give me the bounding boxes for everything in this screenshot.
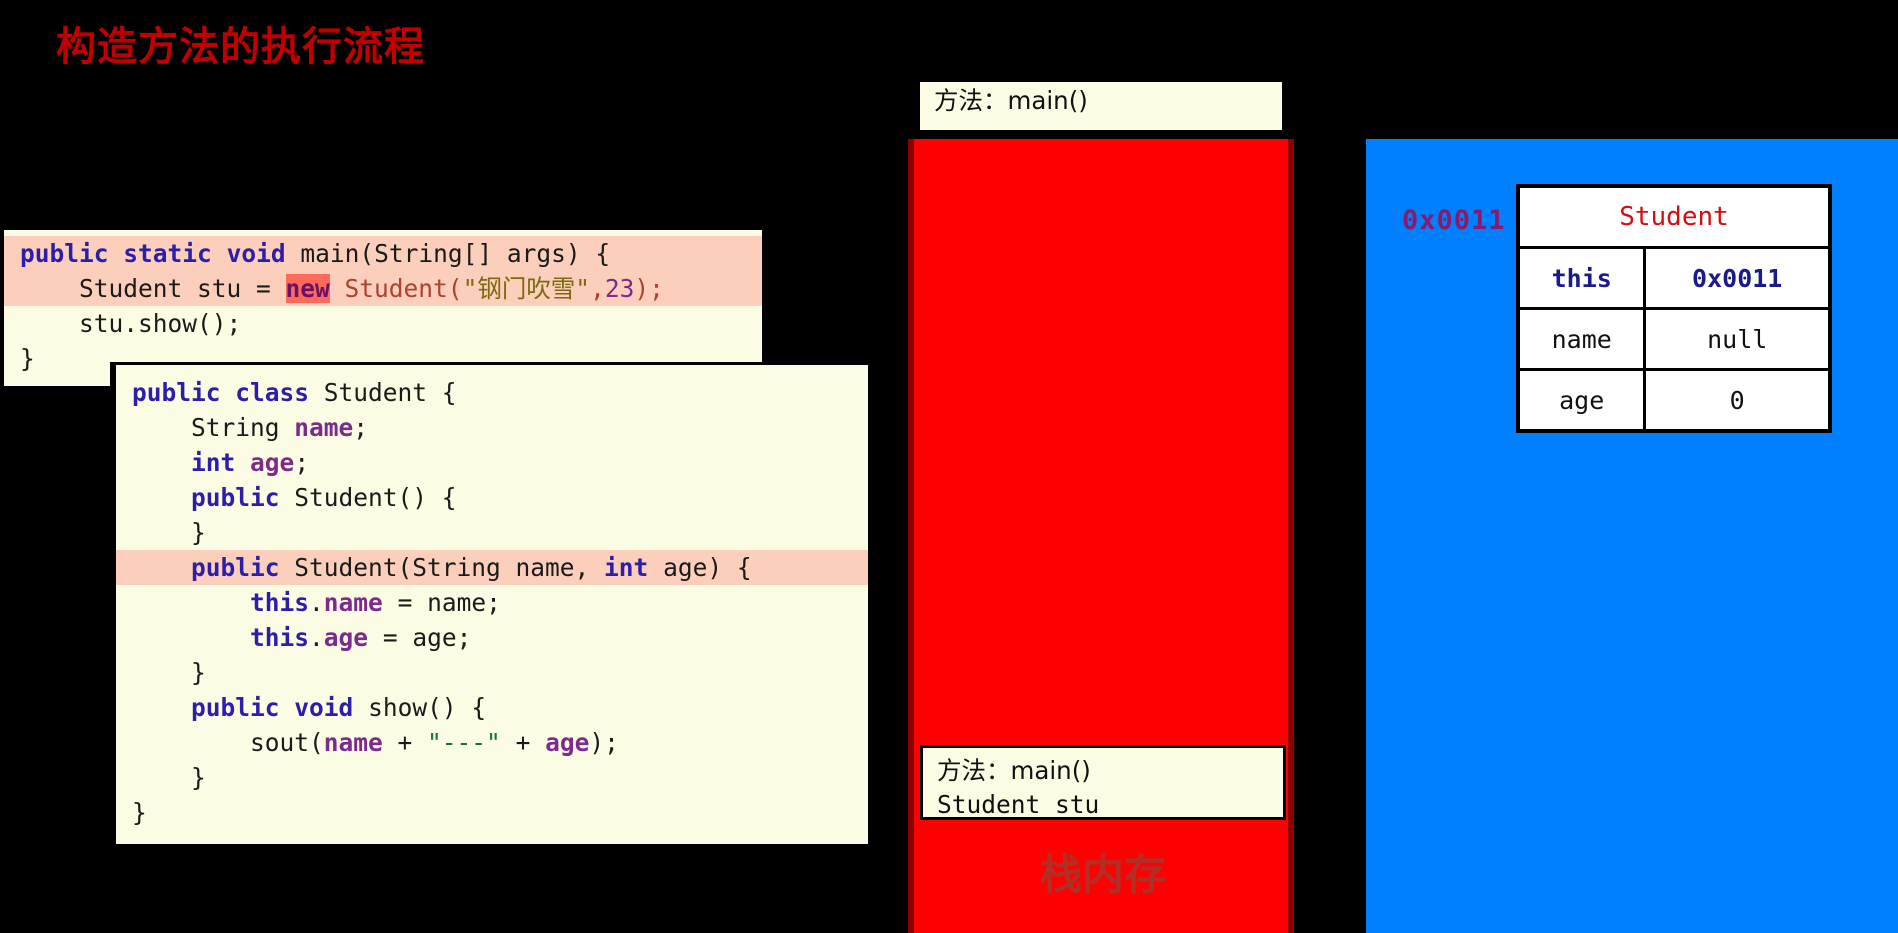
code-line: this.age = age;: [116, 620, 868, 655]
field-value-this: 0x0011: [1643, 246, 1832, 310]
code-token: }: [132, 518, 206, 547]
code-token: name: [323, 728, 383, 757]
code-token: }: [20, 344, 35, 373]
code-token: class: [235, 378, 310, 407]
code-token: }: [132, 658, 206, 687]
code-token: name: [294, 413, 354, 442]
stack-memory-label: 栈内存: [1039, 850, 1166, 899]
stack-frame-top: 方法：main(): [920, 82, 1282, 130]
table-row: this 0x0011: [1516, 246, 1832, 310]
code-token: age: [250, 448, 295, 477]
code-token: public: [191, 483, 280, 512]
code-token: .: [309, 588, 324, 617]
code-token: "---": [427, 728, 501, 757]
code-token: );: [634, 274, 664, 303]
code-line: public void show() {: [116, 690, 868, 725]
code-token: Student {: [309, 378, 457, 407]
code-token: +: [382, 728, 428, 757]
code-line: }: [116, 795, 868, 830]
student-class-code-panel: public class Student { String name; int …: [110, 362, 868, 844]
code-token: main(String[] args) {: [285, 239, 611, 268]
stack-frame-main-title: 方法：main(): [937, 756, 1091, 785]
code-token: public: [20, 239, 109, 268]
heap-object-table: Student this 0x0011 name null age 0: [1516, 184, 1832, 433]
table-row: name null: [1516, 307, 1832, 371]
code-line: public static void main(String[] args) {: [4, 236, 762, 271]
code-line: Student stu = new Student("钢门吹雪",23);: [4, 271, 762, 306]
code-line: }: [116, 655, 868, 690]
code-token: ;: [294, 448, 310, 477]
object-class-name: Student: [1516, 186, 1832, 249]
code-token: = age;: [368, 623, 472, 652]
code-token: public: [191, 693, 280, 722]
code-token: name: [323, 588, 383, 617]
code-token: "钢门吹雪": [462, 274, 591, 303]
field-name-this: this: [1516, 246, 1647, 310]
page-title: 构造方法的执行流程: [56, 23, 425, 70]
code-line: stu.show();: [4, 306, 762, 341]
code-line: }: [116, 515, 868, 550]
table-row-header: Student: [1516, 186, 1832, 249]
code-token: 23: [604, 274, 635, 303]
table-row: age 0: [1516, 368, 1832, 433]
code-token: age) {: [648, 553, 752, 582]
code-line: sout(name + "---" + age);: [116, 725, 868, 760]
code-line: this.name = name;: [116, 585, 868, 620]
code-token: Student(: [344, 274, 463, 303]
code-token: show() {: [353, 693, 487, 722]
code-token: new: [285, 274, 330, 303]
code-token: Student stu =: [20, 274, 286, 303]
field-name-name: name: [1516, 307, 1647, 371]
code-line: String name;: [116, 410, 868, 445]
code-token: String: [132, 413, 295, 442]
code-token: stu.show();: [20, 309, 242, 338]
code-token: }: [132, 763, 206, 792]
stack-frame-top-title: 方法：main(): [934, 86, 1088, 115]
code-token: .: [309, 623, 324, 652]
code-token: +: [500, 728, 546, 757]
code-token: public: [132, 378, 221, 407]
code-token: age: [545, 728, 590, 757]
code-line: public class Student {: [116, 375, 868, 410]
code-line: int age;: [116, 445, 868, 480]
field-name-age: age: [1516, 368, 1647, 433]
code-token: Student() {: [279, 483, 457, 512]
stack-frame-main: 方法：main() Student stu: [920, 745, 1286, 820]
code-line: public Student() {: [116, 480, 868, 515]
code-line: public Student(String name, int age) {: [116, 550, 868, 585]
code-token: ,: [590, 274, 605, 303]
object-address-label: 0x0011: [1402, 205, 1506, 236]
code-token: = name;: [382, 588, 501, 617]
code-token: sout(: [132, 728, 324, 757]
stack-frame-main-variable: Student stu: [937, 790, 1100, 819]
field-value-name: null: [1643, 307, 1832, 371]
field-value-age: 0: [1643, 368, 1832, 433]
code-token: public: [191, 553, 280, 582]
code-token: void: [294, 693, 354, 722]
code-token: static: [123, 239, 212, 268]
code-token: int: [191, 448, 236, 477]
code-token: int: [604, 553, 649, 582]
code-token: void: [226, 239, 286, 268]
code-token: Student(String name,: [279, 553, 605, 582]
code-token: this: [250, 588, 310, 617]
code-line: }: [116, 760, 868, 795]
code-token: ;: [353, 413, 369, 442]
code-token: this: [250, 623, 310, 652]
code-token: }: [132, 798, 147, 827]
code-token: age: [323, 623, 369, 652]
code-token: );: [589, 728, 619, 757]
